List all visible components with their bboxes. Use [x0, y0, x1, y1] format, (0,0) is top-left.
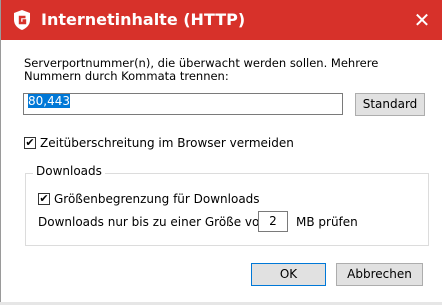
timeout-checkbox[interactable]: ✔ [24, 137, 36, 149]
gdata-shield-icon [14, 10, 30, 30]
size-input[interactable]: 2 [258, 211, 288, 232]
default-button[interactable]: Standard [355, 93, 425, 116]
ok-button[interactable]: OK [251, 263, 326, 286]
cancel-button[interactable]: Abbrechen [336, 263, 423, 286]
downloads-group-title: Downloads [33, 164, 105, 178]
ports-description: Serverportnummer(n), die überwacht werde… [24, 56, 379, 83]
close-button[interactable]: ✕ [408, 6, 436, 34]
ports-input[interactable]: 80,443 [23, 93, 343, 115]
timeout-label: Zeitüberschreitung im Browser vermeiden [40, 136, 294, 150]
size-prefix-label: Downloads nur bis zu einer Größe von [38, 215, 267, 229]
ports-input-value: 80,443 [28, 94, 70, 108]
size-limit-label: Größenbegrenzung für Downloads [54, 192, 260, 206]
window-left-border [0, 0, 1, 305]
size-limit-checkbox[interactable]: ✔ [38, 193, 50, 205]
window-title: Internetinhalte (HTTP) [41, 10, 246, 29]
downloads-group [25, 173, 429, 246]
title-bar: Internetinhalte (HTTP) ✕ [1, 0, 442, 40]
size-suffix-label: MB prüfen [296, 215, 358, 229]
